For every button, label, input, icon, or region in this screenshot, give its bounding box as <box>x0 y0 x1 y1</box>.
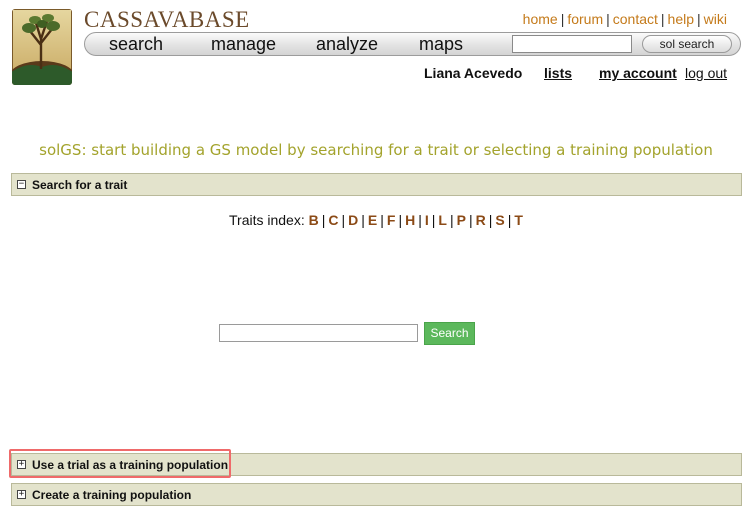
page-title: solGS: start building a GS model by sear… <box>39 141 713 159</box>
trait-letter-f[interactable]: F <box>387 212 396 228</box>
nav-analyze[interactable]: analyze <box>316 34 378 55</box>
my-account-link[interactable]: my account <box>599 65 677 81</box>
separator: | <box>660 11 665 27</box>
forum-link[interactable]: forum <box>567 11 603 27</box>
nav-search[interactable]: search <box>109 34 163 55</box>
main-nav-bar: search manage analyze maps sol search <box>84 32 741 56</box>
separator: | <box>321 212 326 228</box>
create-population-section-header[interactable]: + Create a training population <box>11 483 742 506</box>
logout-link[interactable]: log out <box>685 65 727 81</box>
separator: | <box>488 212 493 228</box>
help-link[interactable]: help <box>668 11 694 27</box>
separator: | <box>380 212 384 228</box>
trait-letter-t[interactable]: T <box>514 212 523 228</box>
separator: | <box>398 212 403 228</box>
separator: | <box>507 212 512 228</box>
collapse-icon[interactable]: − <box>17 180 26 189</box>
separator: | <box>341 212 346 228</box>
trait-letter-l[interactable]: L <box>438 212 447 228</box>
separator: | <box>361 212 365 228</box>
brand-title[interactable]: CASSAVABASE <box>84 7 250 33</box>
trait-letter-c[interactable]: C <box>328 212 338 228</box>
trait-letter-s[interactable]: S <box>495 212 504 228</box>
home-link[interactable]: home <box>523 11 558 27</box>
trait-letter-d[interactable]: D <box>348 212 358 228</box>
trait-search-button[interactable]: Search <box>424 322 475 345</box>
separator: | <box>418 212 422 228</box>
lists-link[interactable]: lists <box>544 65 572 81</box>
top-links: home | forum | contact | help | wiki <box>523 11 727 27</box>
nav-maps[interactable]: maps <box>419 34 463 55</box>
cassavabase-logo[interactable] <box>12 9 72 85</box>
trait-letter-b[interactable]: B <box>309 212 319 228</box>
wiki-link[interactable]: wiki <box>704 11 727 27</box>
section-label: Search for a trait <box>32 178 128 192</box>
separator: | <box>431 212 436 228</box>
user-name: Liana Acevedo <box>424 65 523 81</box>
traits-index: Traits index: B | C | D | E | F | H | I | L | P | R | S | T <box>229 212 523 228</box>
separator: | <box>606 11 610 27</box>
separator: | <box>560 11 565 27</box>
sol-search-button[interactable]: sol search <box>642 35 732 53</box>
trait-letter-p[interactable]: P <box>457 212 466 228</box>
search-trait-section-header[interactable]: − Search for a trait <box>11 173 742 196</box>
trait-letter-r[interactable]: R <box>476 212 486 228</box>
traits-index-label: Traits index: <box>229 212 305 228</box>
expand-icon[interactable]: + <box>17 490 26 499</box>
separator: | <box>468 212 473 228</box>
trait-letter-h[interactable]: H <box>405 212 415 228</box>
contact-link[interactable]: contact <box>613 11 658 27</box>
nav-manage[interactable]: manage <box>211 34 276 55</box>
trait-search-input[interactable] <box>219 324 418 342</box>
separator: | <box>449 212 454 228</box>
trait-letter-e[interactable]: E <box>368 212 377 228</box>
section-label: Create a training population <box>32 488 192 502</box>
highlight-box <box>9 449 231 478</box>
separator: | <box>697 11 701 27</box>
site-search-input[interactable] <box>512 35 632 53</box>
trait-letter-i[interactable]: I <box>425 212 429 228</box>
